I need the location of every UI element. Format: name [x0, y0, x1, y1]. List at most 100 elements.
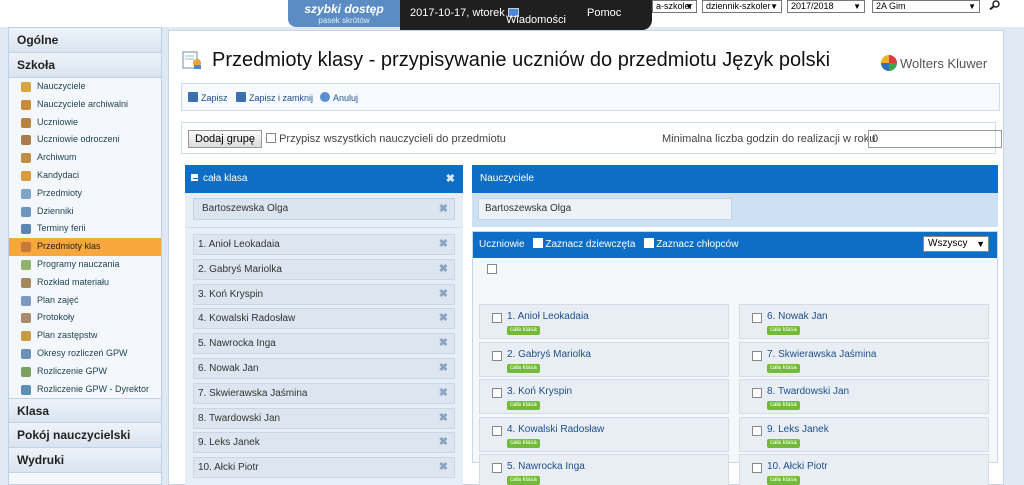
- group-student-row[interactable]: 4. Kowalski Radosław ✖: [193, 308, 455, 330]
- sidebar-item[interactable]: Uczniowie: [9, 114, 161, 132]
- sidebar-item[interactable]: Nauczyciele: [9, 78, 161, 96]
- group-student-row[interactable]: 10. Ałcki Piotr ✖: [193, 457, 455, 479]
- group-student-row[interactable]: 1. Anioł Leokadaia ✖: [193, 234, 455, 255]
- sidebar-section-general[interactable]: Ogólne: [9, 28, 161, 53]
- student-name: 2. Gabryś Mariolka: [507, 348, 591, 360]
- save-button[interactable]: Zapisz: [188, 92, 228, 103]
- student-card[interactable]: 4. Kowalski Radosław cała klasa: [479, 416, 729, 452]
- student-card[interactable]: 9. Leks Janek cała klasa: [739, 416, 989, 452]
- students-filter-select[interactable]: Wszyscy ▼: [923, 236, 989, 252]
- sidebar-section-class[interactable]: Klasa: [9, 398, 161, 424]
- student-card[interactable]: 2. Gabryś Mariolka cała klasa: [479, 341, 729, 377]
- remove-student-icon[interactable]: ✖: [439, 334, 448, 353]
- journal-select[interactable]: dziennik-szkoler ▼: [702, 0, 782, 13]
- select-boys-checkbox[interactable]: [644, 238, 655, 248]
- assign-all-teachers-label: Przypisz wszystkich nauczycieli do przed…: [279, 133, 506, 145]
- sidebar-item[interactable]: Nauczyciele archiwalni: [9, 96, 161, 114]
- collapse-icon[interactable]: [191, 174, 198, 181]
- sidebar-item[interactable]: Plan zajęć: [9, 292, 161, 310]
- group-student-row[interactable]: 5. Nawrocka Inga ✖: [193, 333, 455, 355]
- remove-group-icon[interactable]: ✖: [446, 165, 455, 193]
- student-card[interactable]: 7. Skwierawska Jaśmina cała klasa: [739, 341, 989, 377]
- remove-teacher-icon[interactable]: ✖: [439, 199, 448, 219]
- sidebar-item[interactable]: Okresy rozliczeń GPW: [9, 345, 161, 363]
- student-card[interactable]: 1. Anioł Leokadaia cała klasa: [479, 304, 729, 339]
- sidebar-item[interactable]: Archiwum: [9, 149, 161, 167]
- student-checkbox[interactable]: [752, 425, 762, 436]
- group-student-row[interactable]: 3. Koń Kryspin ✖: [193, 283, 455, 305]
- help-link[interactable]: Pomoc: [587, 7, 621, 19]
- sidebar-item[interactable]: Przedmioty: [9, 185, 161, 203]
- remove-student-icon[interactable]: ✖: [439, 384, 448, 403]
- class-select[interactable]: 2A Gim ▼: [872, 0, 980, 13]
- group-panel: cała klasa ✖ Bartoszewska Olga ✖ 1. Anio…: [185, 165, 463, 485]
- sidebar-item-icon: [21, 224, 31, 235]
- sidebar-item[interactable]: Programy nauczania: [9, 256, 161, 274]
- student-checkbox[interactable]: [492, 463, 502, 473]
- sidebar-item[interactable]: Dzienniki: [9, 203, 161, 221]
- remove-student-icon[interactable]: ✖: [439, 235, 448, 254]
- sidebar-item[interactable]: Plan zastępstw: [9, 327, 161, 345]
- remove-student-icon[interactable]: ✖: [439, 359, 448, 378]
- sidebar: Ogólne Szkoła Nauczyciele Nauczyciele arc…: [8, 27, 162, 485]
- remove-student-icon[interactable]: ✖: [439, 458, 448, 477]
- sidebar-item[interactable]: Przedmioty klas: [9, 238, 161, 256]
- sidebar-section-teachers-room[interactable]: Pokój nauczycielski: [9, 423, 161, 449]
- messages-link[interactable]: Wiadomości: [506, 7, 566, 26]
- student-checkbox[interactable]: [752, 313, 762, 323]
- chevron-down-icon: ▼: [853, 2, 861, 11]
- assign-all-teachers-checkbox[interactable]: [266, 133, 276, 143]
- group-student-row[interactable]: 2. Gabryś Mariolka ✖: [193, 258, 455, 280]
- student-checkbox[interactable]: [752, 350, 762, 361]
- search-icon[interactable]: [989, 0, 1001, 10]
- student-checkbox[interactable]: [492, 425, 502, 436]
- group-student-row[interactable]: 9. Leks Janek ✖: [193, 432, 455, 454]
- main-content: Przedmioty klasy - przypisywanie uczniów…: [168, 30, 1004, 485]
- group-student-row[interactable]: 7. Skwierawska Jaśmina ✖: [193, 382, 455, 404]
- sidebar-item[interactable]: Rozkład materiału: [9, 274, 161, 292]
- sidebar-item-icon: [21, 153, 31, 164]
- group-student-name: 6. Nowak Jan: [198, 363, 259, 374]
- sidebar-item[interactable]: Protokoły: [9, 309, 161, 327]
- student-card[interactable]: 10. Ałcki Piotr cała klasa: [739, 454, 989, 485]
- quick-access-button[interactable]: szybki dostęp pasek skrótów: [288, 0, 400, 27]
- student-card[interactable]: 5. Nawrocka Inga cała klasa: [479, 454, 729, 485]
- sidebar-item[interactable]: Rozliczenie GPW: [9, 363, 161, 381]
- undo-icon: [320, 92, 330, 102]
- chevron-down-icon: ▼: [968, 2, 976, 11]
- remove-student-icon[interactable]: ✖: [439, 260, 448, 279]
- group-student-row[interactable]: 6. Nowak Jan ✖: [193, 358, 455, 379]
- sidebar-item[interactable]: Uczniowie odroczeni: [9, 131, 161, 149]
- remove-student-icon[interactable]: ✖: [439, 409, 448, 428]
- sidebar-item[interactable]: Terminy ferii: [9, 220, 161, 238]
- student-checkbox[interactable]: [752, 388, 762, 398]
- sidebar-item-icon: [21, 366, 31, 377]
- sidebar-item[interactable]: Rozliczenie GPW - Dyrektor: [9, 381, 161, 399]
- remove-student-icon[interactable]: ✖: [439, 285, 448, 304]
- student-checkbox[interactable]: [492, 350, 502, 361]
- school-select[interactable]: a-szkoler ▼: [652, 0, 697, 13]
- cancel-button[interactable]: Anuluj: [320, 92, 358, 103]
- group-tag: cała klasa: [507, 326, 540, 335]
- save-close-button[interactable]: Zapisz i zamknij: [236, 92, 313, 103]
- select-all-checkbox[interactable]: [487, 264, 497, 274]
- min-hours-input[interactable]: 0: [868, 130, 1002, 148]
- sidebar-section-school[interactable]: Szkoła: [9, 53, 161, 78]
- student-card[interactable]: 3. Koń Kryspin cała klasa: [479, 379, 729, 414]
- wolters-kluwer-logo-icon: [881, 55, 897, 71]
- student-card[interactable]: 6. Nowak Jan cała klasa: [739, 304, 989, 339]
- student-checkbox[interactable]: [492, 313, 502, 323]
- student-checkbox[interactable]: [752, 463, 762, 473]
- remove-student-icon[interactable]: ✖: [439, 433, 448, 452]
- sidebar-section-printouts[interactable]: Wydruki: [9, 448, 161, 474]
- add-group-button[interactable]: Dodaj grupę: [188, 130, 262, 148]
- student-checkbox[interactable]: [492, 388, 502, 398]
- assign-all-teachers-option[interactable]: Przypisz wszystkich nauczycieli do przed…: [266, 133, 506, 145]
- group-student-row[interactable]: 8. Twardowski Jan ✖: [193, 407, 455, 429]
- student-card[interactable]: 8. Twardowski Jan cała klasa: [739, 379, 989, 414]
- teacher-item[interactable]: Bartoszewska Olga: [478, 198, 732, 220]
- sidebar-item[interactable]: Kandydaci: [9, 167, 161, 185]
- select-girls-checkbox[interactable]: [533, 238, 544, 248]
- remove-student-icon[interactable]: ✖: [439, 309, 448, 328]
- school-year-select[interactable]: 2017/2018 ▼: [787, 0, 865, 13]
